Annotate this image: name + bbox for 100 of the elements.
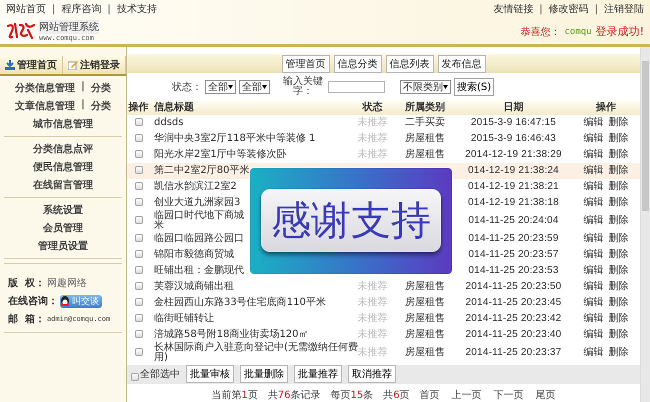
nav-link[interactable]: 分类: [90, 81, 111, 95]
nav-link[interactable]: 在线留言管理: [33, 178, 93, 192]
action-link[interactable]: 删除: [608, 282, 628, 292]
checkbox[interactable]: [134, 250, 142, 258]
action-link[interactable]: 编辑: [584, 266, 604, 276]
nav-link[interactable]: 系统设置: [43, 203, 83, 217]
checkbox[interactable]: [134, 234, 142, 242]
batch-button[interactable]: 批量删除: [240, 365, 288, 384]
nav-link[interactable]: 分类信息管理: [15, 81, 76, 95]
table-cell: 未推荐: [358, 148, 388, 160]
action-link[interactable]: 编辑: [584, 348, 604, 358]
toolbar-button[interactable]: 发布信息: [438, 54, 486, 73]
action-link[interactable]: 删除: [608, 266, 628, 276]
pagination-link[interactable]: 下一页: [494, 388, 524, 402]
action-link[interactable]: 删除: [608, 298, 628, 308]
action-link[interactable]: 编辑: [584, 150, 604, 160]
action-link[interactable]: 删除: [608, 118, 628, 128]
table-cell: 芙蓉汉城商铺出租: [154, 280, 234, 292]
checkbox[interactable]: [134, 314, 142, 322]
batch-button[interactable]: 批量审核: [186, 365, 234, 384]
toolbar-button[interactable]: 信息分类: [334, 54, 382, 73]
action-link[interactable]: 编辑: [584, 182, 604, 192]
checkbox[interactable]: [134, 182, 142, 190]
table-cell: 涪城路58号附18商业街卖场120㎡: [154, 328, 309, 340]
checkbox[interactable]: [134, 216, 142, 224]
nav-link[interactable]: 注销登陆: [604, 2, 644, 16]
info-label: 在线咨询：: [8, 294, 58, 308]
action-link[interactable]: 删除: [608, 134, 628, 144]
action-link[interactable]: 编辑: [584, 118, 604, 128]
checkbox[interactable]: [134, 348, 142, 356]
action-link[interactable]: 编辑: [584, 166, 604, 176]
action-link[interactable]: 删除: [608, 250, 628, 260]
action-link[interactable]: 删除: [608, 314, 628, 324]
table-cell: 014-12-19 21:38:18: [468, 196, 559, 208]
toolbar-button[interactable]: 信息列表: [386, 54, 434, 73]
batch-button[interactable]: 批量推荐: [294, 365, 342, 384]
sidebar-tab[interactable]: 管理首页: [0, 56, 63, 74]
checkbox[interactable]: [131, 373, 139, 382]
scrollbar[interactable]: [640, 47, 650, 402]
table-cell: 阳光水岸2室1厅中等装修次卧: [154, 148, 287, 160]
checkbox[interactable]: [134, 166, 142, 174]
info-label: 版 权：: [8, 276, 45, 290]
nav-link[interactable]: 技术支持: [116, 2, 157, 16]
nav-link[interactable]: 管理员设置: [38, 239, 88, 253]
checkbox[interactable]: [134, 198, 142, 206]
checkbox[interactable]: [134, 150, 142, 158]
checkbox[interactable]: [134, 118, 142, 126]
banner-text: 感谢支持: [261, 189, 441, 252]
checkbox[interactable]: [134, 282, 142, 290]
action-link[interactable]: 编辑: [584, 216, 604, 226]
toolbar-button[interactable]: 管理首页: [282, 54, 330, 73]
column-header: 信息标题: [150, 100, 350, 115]
nav-link[interactable]: 修改密码: [548, 2, 589, 16]
nav-link[interactable]: 网站首页: [6, 2, 46, 16]
table-cell: 2015-3-9 16:46:43: [470, 132, 556, 144]
pagination-link[interactable]: 上一页: [452, 388, 482, 402]
nav-link[interactable]: 程序咨询: [61, 2, 102, 16]
checkbox[interactable]: [134, 134, 142, 142]
checkbox[interactable]: [134, 266, 142, 274]
separator: |: [52, 4, 56, 14]
separator: |: [81, 81, 85, 94]
nav-link[interactable]: 友情链接: [493, 2, 534, 16]
pagination-link[interactable]: 尾页: [536, 388, 556, 402]
nav-link[interactable]: 城市信息管理: [33, 117, 93, 131]
download-icon: [5, 60, 15, 70]
nav-link[interactable]: 文章信息管理: [15, 99, 76, 113]
action-link[interactable]: 编辑: [584, 298, 604, 308]
sidebar-tab[interactable]: 注销登录: [63, 56, 126, 74]
nav-link[interactable]: 分类信息点评: [33, 142, 93, 156]
action-link[interactable]: 编辑: [584, 234, 604, 244]
batch-button[interactable]: 取消推荐: [348, 365, 396, 384]
action-link[interactable]: 删除: [608, 330, 628, 340]
action-link[interactable]: 编辑: [584, 314, 604, 324]
dropdown[interactable]: 全部: [205, 80, 236, 94]
dropdown[interactable]: 不限类别: [400, 80, 451, 94]
action-link[interactable]: 删除: [608, 348, 628, 358]
pagination-link[interactable]: 首页: [420, 388, 440, 402]
checkbox[interactable]: [134, 330, 142, 338]
username: comqu: [564, 26, 592, 36]
keyword-field[interactable]: [328, 80, 385, 92]
action-link[interactable]: 编辑: [584, 250, 604, 260]
search-button[interactable]: 搜索(S): [454, 78, 494, 96]
info-value: 网趣网络: [46, 276, 87, 290]
action-link[interactable]: 删除: [608, 198, 628, 208]
action-link[interactable]: 编辑: [584, 134, 604, 144]
action-link[interactable]: 删除: [608, 182, 628, 192]
action-link[interactable]: 删除: [608, 166, 628, 176]
nav-link[interactable]: 便民信息管理: [33, 160, 93, 174]
action-link[interactable]: 删除: [608, 234, 628, 244]
brand-title: 网站管理系统: [39, 20, 99, 34]
action-link[interactable]: 删除: [608, 216, 628, 226]
table-cell: 2014-11-25 20:23:42: [466, 312, 562, 324]
dropdown[interactable]: 全部: [239, 80, 270, 94]
action-link[interactable]: 编辑: [584, 198, 604, 208]
action-link[interactable]: 编辑: [584, 330, 604, 340]
action-link[interactable]: 编辑: [584, 282, 604, 292]
action-link[interactable]: 删除: [608, 150, 628, 160]
nav-link[interactable]: 分类: [90, 99, 111, 113]
nav-link[interactable]: 会员管理: [43, 221, 83, 235]
checkbox[interactable]: [134, 298, 142, 306]
